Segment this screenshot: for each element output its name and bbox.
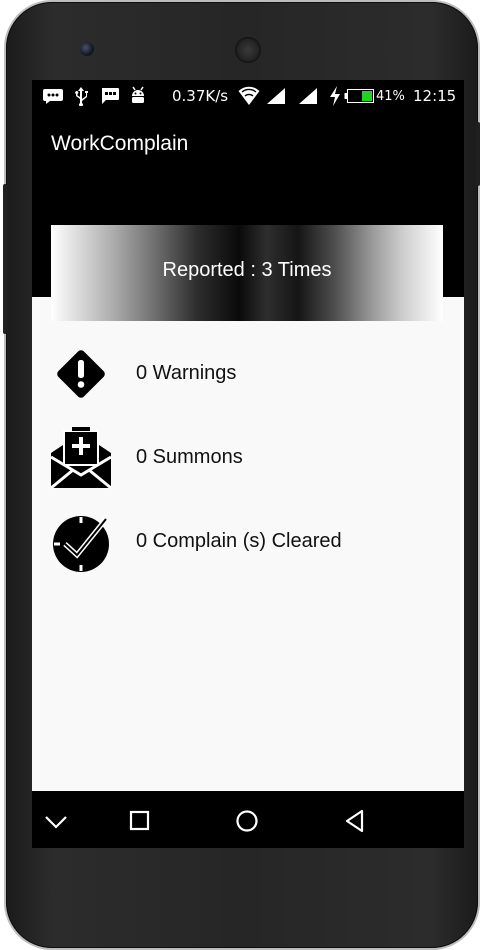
chat-bubble-icon	[42, 88, 64, 108]
list-item-cleared: 0 Complain (s) Cleared	[50, 511, 450, 573]
phone-frame: 0.37K/s 41% 12:15 WorkComplain Reported …	[3, 2, 480, 948]
volume-button	[3, 184, 7, 334]
screen: 0.37K/s 41% 12:15 WorkComplain Reported …	[32, 80, 464, 848]
cleared-label: 0 Complain (s) Cleared	[136, 530, 342, 552]
report-banner: Reported : 3 Times	[51, 225, 443, 321]
home-icon[interactable]	[233, 807, 261, 835]
clock: 12:15	[413, 87, 457, 105]
reported-count: Reported : 3 Times	[162, 259, 332, 281]
summons-envelope-icon	[50, 426, 112, 490]
recents-icon[interactable]	[126, 807, 154, 835]
battery-icon	[344, 89, 374, 107]
cleared-check-icon	[50, 511, 112, 573]
list-item-warnings: 0 Warnings	[50, 343, 450, 405]
front-camera	[80, 42, 94, 56]
warnings-label: 0 Warnings	[136, 362, 237, 384]
warning-diamond-icon	[50, 343, 112, 405]
light-sensor	[404, 46, 410, 52]
hide-keyboard-icon[interactable]	[42, 807, 70, 835]
summons-label: 0 Summons	[136, 446, 243, 468]
signal-icon	[298, 87, 318, 109]
list-item-summons: 0 Summons	[50, 426, 450, 490]
android-icon	[129, 86, 147, 110]
earpiece	[235, 37, 261, 63]
wifi-icon	[238, 86, 260, 110]
signal-icon	[266, 87, 286, 109]
battery-percent: 41%	[376, 89, 405, 104]
power-button	[476, 122, 480, 186]
status-bar: 0.37K/s 41% 12:15	[32, 80, 464, 112]
navigation-bar	[32, 791, 464, 848]
back-icon[interactable]	[341, 807, 369, 835]
charging-icon	[329, 86, 341, 110]
network-speed: 0.37K/s	[172, 87, 229, 105]
proximity-sensor	[390, 46, 396, 52]
app-title: WorkComplain	[51, 132, 189, 155]
usb-icon	[73, 86, 89, 110]
sms-icon	[100, 87, 120, 109]
